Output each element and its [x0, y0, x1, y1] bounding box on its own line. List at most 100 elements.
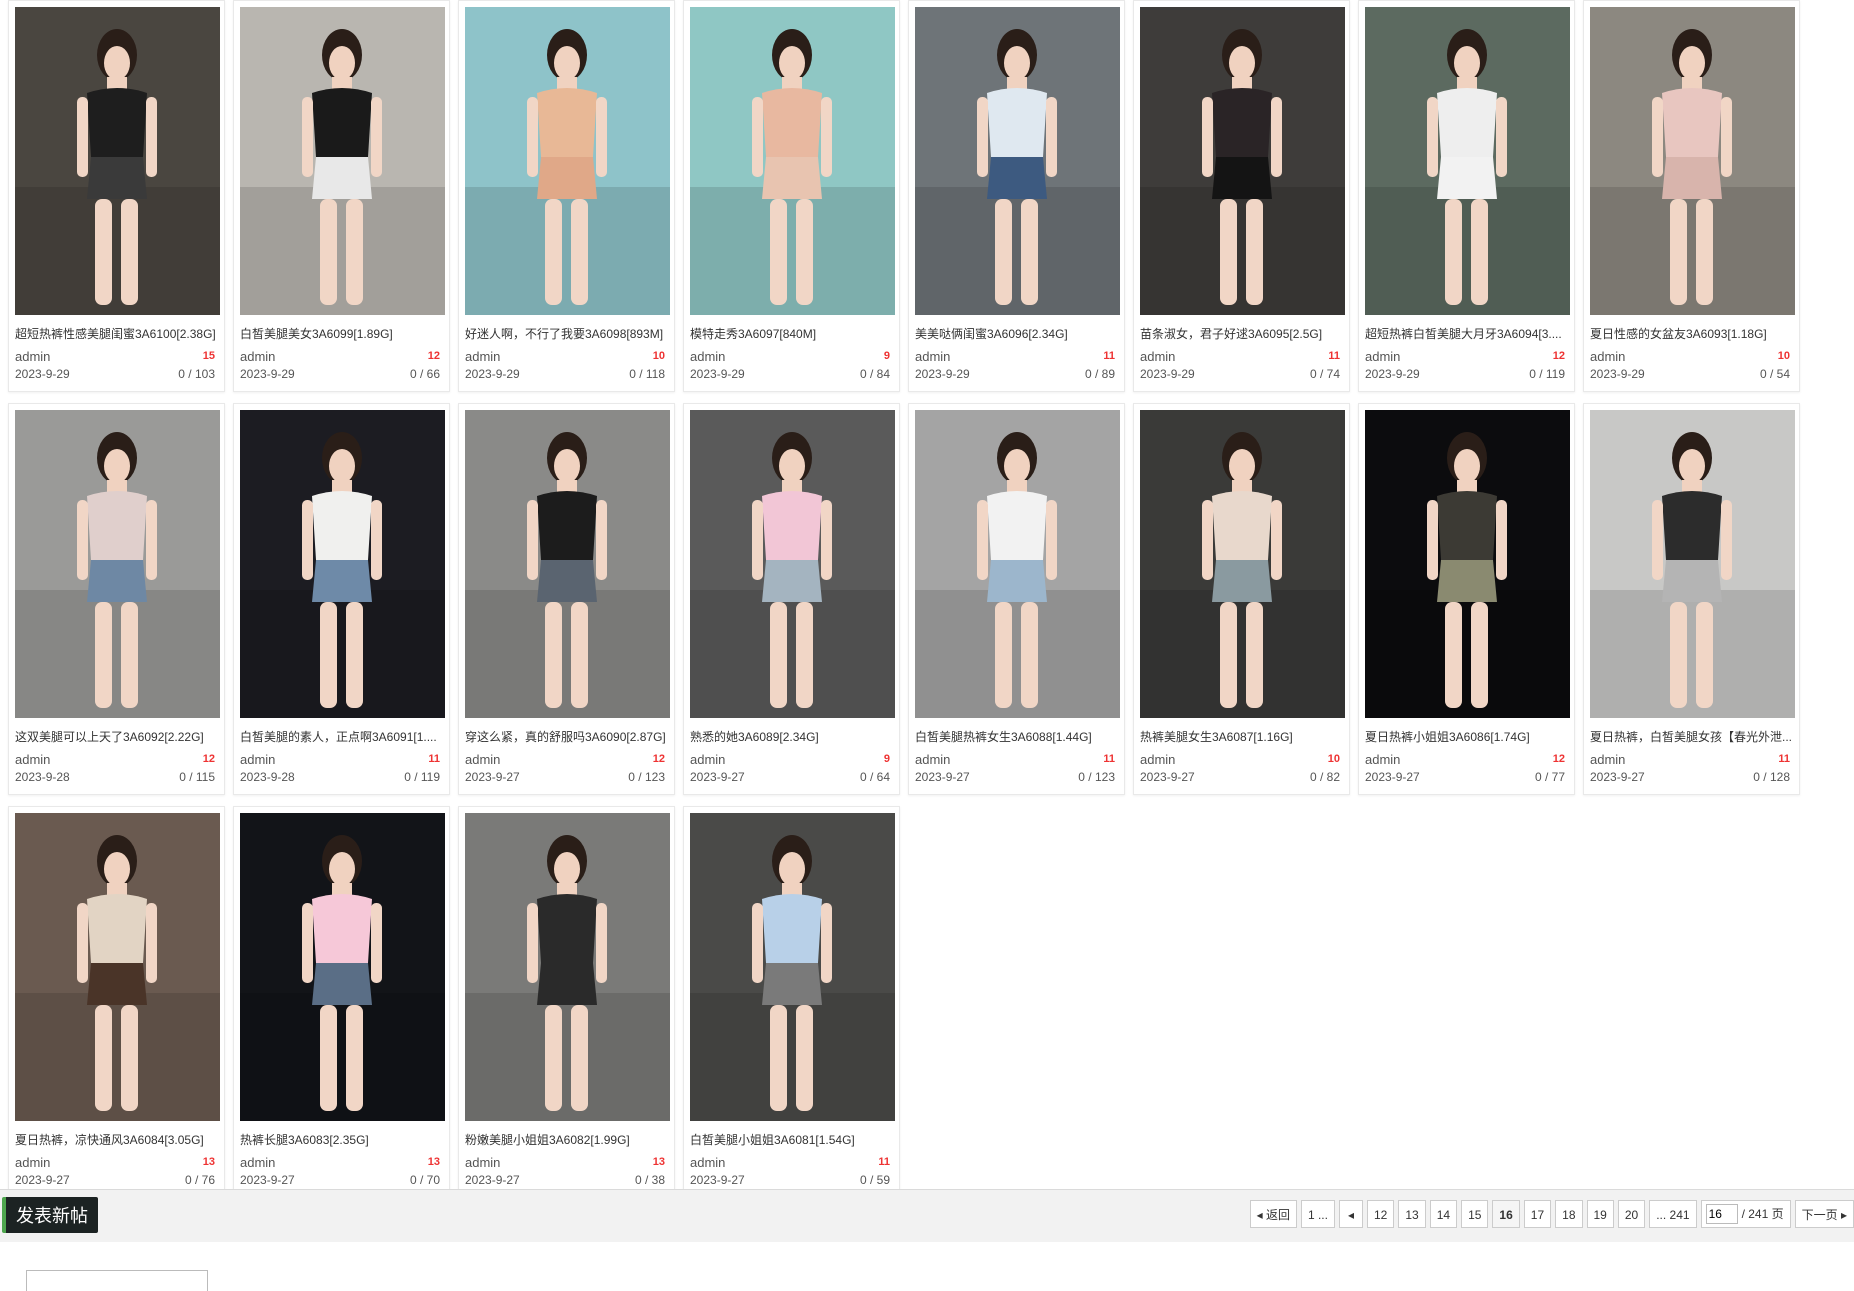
thread-card[interactable]: 夏日热裤小姐姐3A6086[1.74G] admin 12 2023-9-27 0 / …: [1358, 403, 1575, 795]
thread-author[interactable]: admin: [690, 752, 725, 767]
page-link[interactable]: 19: [1586, 1200, 1614, 1228]
thread-card[interactable]: 白皙美腿小姐姐3A6081[1.54G] admin 11 2023-9-27 0 / …: [683, 806, 900, 1198]
thread-author[interactable]: admin: [240, 1155, 275, 1170]
thread-card[interactable]: 好迷人啊，不行了我要3A6098[893M] admin 10 2023-9-29 0 …: [458, 0, 675, 392]
thread-card[interactable]: 穿这么紧，真的舒服吗3A6090[2.87G] admin 12 2023-9-27 0…: [458, 403, 675, 795]
thread-thumbnail[interactable]: [240, 813, 445, 1121]
thread-card[interactable]: 粉嫩美腿小姐姐3A6082[1.99G] admin 13 2023-9-27 0 / …: [458, 806, 675, 1198]
thread-thumbnail[interactable]: [465, 813, 670, 1121]
thread-thumbnail[interactable]: [1590, 7, 1795, 315]
thread-title[interactable]: 白皙美腿美女3A6099[1.89G]: [240, 326, 443, 342]
thread-author[interactable]: admin: [1590, 349, 1625, 364]
thread-thumbnail[interactable]: [15, 813, 220, 1121]
thread-author[interactable]: admin: [1140, 752, 1175, 767]
thread-title[interactable]: 白皙美腿的素人，正点啊3A6091[1....: [240, 729, 443, 745]
thread-card[interactable]: 热裤美腿女生3A6087[1.16G] admin 10 2023-9-27 0 / 8…: [1133, 403, 1350, 795]
thread-title[interactable]: 热裤长腿3A6083[2.35G]: [240, 1132, 443, 1148]
thread-title[interactable]: 这双美腿可以上天了3A6092[2.22G]: [15, 729, 218, 745]
thread-title[interactable]: 超短热裤性感美腿闺蜜3A6100[2.38G]: [15, 326, 218, 342]
page-link[interactable]: 13: [1398, 1200, 1426, 1228]
new-post-button[interactable]: 发表新帖: [2, 1197, 98, 1233]
thread-author[interactable]: admin: [15, 1155, 50, 1170]
thread-thumbnail[interactable]: [690, 410, 895, 718]
thread-author[interactable]: admin: [465, 349, 500, 364]
thread-card[interactable]: 热裤长腿3A6083[2.35G] admin 13 2023-9-27 0 / 70: [233, 806, 450, 1198]
thread-card[interactable]: 美美哒俩闺蜜3A6096[2.34G] admin 11 2023-9-29 0 / 8…: [908, 0, 1125, 392]
thread-thumbnail[interactable]: [1140, 7, 1345, 315]
thread-author[interactable]: admin: [465, 1155, 500, 1170]
thread-thumbnail[interactable]: [690, 7, 895, 315]
thread-card[interactable]: 这双美腿可以上天了3A6092[2.22G] admin 12 2023-9-28 0 …: [8, 403, 225, 795]
thread-title[interactable]: 超短热裤白皙美腿大月牙3A6094[3....: [1365, 326, 1568, 342]
thread-author[interactable]: admin: [1590, 752, 1625, 767]
thread-title[interactable]: 夏日性感的女盆友3A6093[1.18G]: [1590, 326, 1793, 342]
thread-reply-count: 12: [652, 753, 665, 765]
thread-meta-row: 2023-9-29 0 / 84: [690, 366, 893, 382]
thread-thumbnail[interactable]: [915, 410, 1120, 718]
thread-title[interactable]: 美美哒俩闺蜜3A6096[2.34G]: [915, 326, 1118, 342]
thread-thumbnail[interactable]: [690, 813, 895, 1121]
thread-title[interactable]: 好迷人啊，不行了我要3A6098[893M]: [465, 326, 668, 342]
page-link[interactable]: 14: [1429, 1200, 1458, 1228]
thread-card[interactable]: 超短热裤白皙美腿大月牙3A6094[3.... admin 12 2023-9-29 0…: [1358, 0, 1575, 392]
thread-author[interactable]: admin: [15, 752, 50, 767]
thread-thumbnail[interactable]: [465, 7, 670, 315]
chevron-left-icon: ◂: [1347, 1208, 1354, 1222]
thread-author[interactable]: admin: [915, 752, 950, 767]
thread-author[interactable]: admin: [1365, 752, 1400, 767]
thread-thumbnail[interactable]: [915, 7, 1120, 315]
thread-title[interactable]: 白皙美腿热裤女生3A6088[1.44G]: [915, 729, 1118, 745]
thread-card[interactable]: 白皙美腿热裤女生3A6088[1.44G] admin 11 2023-9-27 0 /…: [908, 403, 1125, 795]
thread-thumbnail[interactable]: [15, 410, 220, 718]
page-last[interactable]: ... 241: [1649, 1200, 1697, 1228]
thread-author[interactable]: admin: [240, 752, 275, 767]
thread-title[interactable]: 粉嫩美腿小姐姐3A6082[1.99G]: [465, 1132, 668, 1148]
thread-card[interactable]: 夏日热裤，白皙美腿女孩【春光外泄... admin 11 2023-9-27 0 / 1…: [1583, 403, 1800, 795]
thread-title[interactable]: 白皙美腿小姐姐3A6081[1.54G]: [690, 1132, 893, 1148]
thread-view-count: 0 / 118: [629, 367, 665, 381]
back-button[interactable]: ◂ 返回: [1249, 1200, 1297, 1228]
prev-page-button[interactable]: ◂: [1338, 1200, 1363, 1228]
thread-card[interactable]: 夏日热裤，凉快通风3A6084[3.05G] admin 13 2023-9-27 0 …: [8, 806, 225, 1198]
thread-title[interactable]: 夏日热裤，白皙美腿女孩【春光外泄...: [1590, 729, 1793, 745]
thread-title[interactable]: 夏日热裤小姐姐3A6086[1.74G]: [1365, 729, 1568, 745]
thread-author[interactable]: admin: [240, 349, 275, 364]
thread-card[interactable]: 超短热裤性感美腿闺蜜3A6100[2.38G] admin 15 2023-9-29 0…: [8, 0, 225, 392]
page-link[interactable]: 17: [1523, 1200, 1552, 1228]
thread-author[interactable]: admin: [465, 752, 500, 767]
thread-thumbnail[interactable]: [240, 410, 445, 718]
thread-card[interactable]: 夏日性感的女盆友3A6093[1.18G] admin 10 2023-9-29 0 /…: [1583, 0, 1800, 392]
thread-thumbnail[interactable]: [1140, 410, 1345, 718]
thread-author[interactable]: admin: [15, 349, 50, 364]
thread-author[interactable]: admin: [1365, 349, 1400, 364]
thread-card[interactable]: 模特走秀3A6097[840M] admin 9 2023-9-29 0 / 84: [683, 0, 900, 392]
page-link[interactable]: 18: [1555, 1200, 1583, 1228]
thread-title[interactable]: 模特走秀3A6097[840M]: [690, 326, 893, 342]
page-link[interactable]: 20: [1617, 1200, 1646, 1228]
thread-thumbnail[interactable]: [15, 7, 220, 315]
thread-card[interactable]: 白皙美腿的素人，正点啊3A6091[1.... admin 11 2023-9-28 0…: [233, 403, 450, 795]
thread-author[interactable]: admin: [1140, 349, 1175, 364]
thread-title[interactable]: 苗条淑女，君子好逑3A6095[2.5G]: [1140, 326, 1343, 342]
thread-author[interactable]: admin: [690, 349, 725, 364]
thread-author[interactable]: admin: [915, 349, 950, 364]
page-first[interactable]: 1 ...: [1300, 1200, 1335, 1228]
page-jump-input[interactable]: [1705, 1204, 1738, 1224]
page-link[interactable]: 15: [1461, 1200, 1489, 1228]
bottom-toolbar: 发表新帖 ◂ 返回 1 ... ◂ 12 13 14 15 16 17 18 1…: [0, 1189, 1854, 1242]
thread-title[interactable]: 熟悉的她3A6089[2.34G]: [690, 729, 893, 745]
thread-thumbnail[interactable]: [1590, 410, 1795, 718]
thread-title[interactable]: 穿这么紧，真的舒服吗3A6090[2.87G]: [465, 729, 668, 745]
thread-title[interactable]: 热裤美腿女生3A6087[1.16G]: [1140, 729, 1343, 745]
thread-thumbnail[interactable]: [1365, 410, 1570, 718]
thread-card[interactable]: 白皙美腿美女3A6099[1.89G] admin 12 2023-9-29 0 / 6…: [233, 0, 450, 392]
thread-thumbnail[interactable]: [1365, 7, 1570, 315]
thread-author[interactable]: admin: [690, 1155, 725, 1170]
thread-title[interactable]: 夏日热裤，凉快通风3A6084[3.05G]: [15, 1132, 218, 1148]
page-link[interactable]: 12: [1366, 1200, 1395, 1228]
thread-thumbnail[interactable]: [240, 7, 445, 315]
thread-thumbnail[interactable]: [465, 410, 670, 718]
thread-card[interactable]: 苗条淑女，君子好逑3A6095[2.5G] admin 11 2023-9-29 0 /…: [1133, 0, 1350, 392]
thread-card[interactable]: 熟悉的她3A6089[2.34G] admin 9 2023-9-27 0 / 64: [683, 403, 900, 795]
next-page-button[interactable]: 下一页 ▸: [1794, 1200, 1854, 1228]
